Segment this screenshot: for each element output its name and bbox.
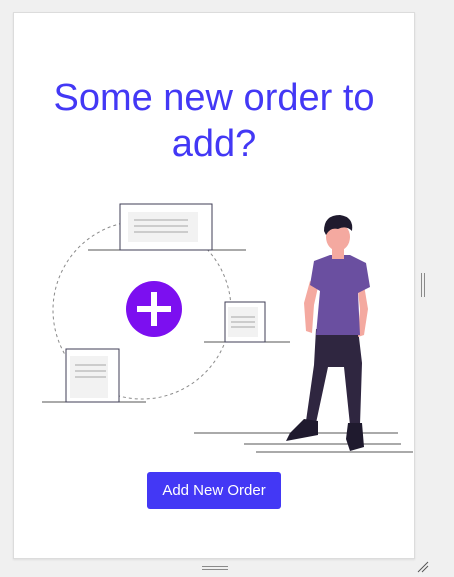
horizontal-resize-handle[interactable] — [202, 565, 228, 571]
document-top — [88, 203, 246, 251]
add-order-illustration — [42, 203, 413, 453]
document-right — [204, 301, 290, 343]
vertical-resize-handle[interactable] — [420, 273, 426, 297]
page: Some new order to add? Add New Order — [0, 0, 454, 577]
document-bottom-left — [42, 348, 146, 403]
empty-state-heading: Some new order to add? — [53, 77, 375, 165]
resize-corner-icon[interactable] — [416, 560, 430, 574]
empty-state-card: Some new order to add? Add New Order — [13, 12, 415, 559]
add-circle-icon — [126, 281, 182, 337]
add-new-order-button[interactable]: Add New Order — [147, 472, 281, 509]
person-figure — [286, 215, 370, 451]
